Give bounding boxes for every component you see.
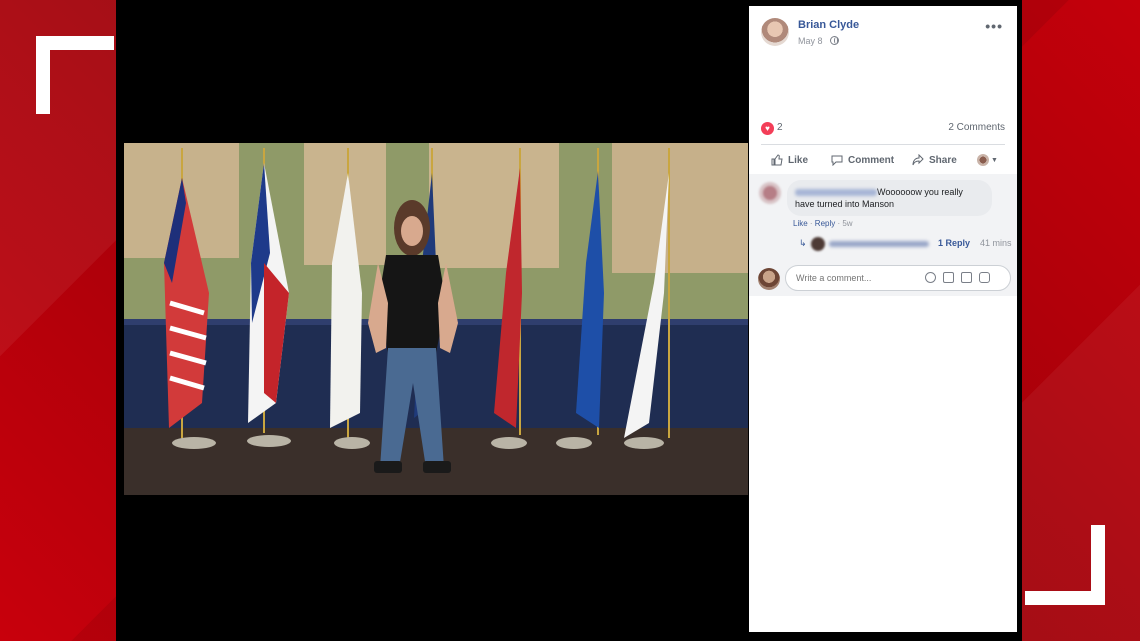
commenter-name-blurred[interactable] xyxy=(795,189,877,197)
reply-time: 41 mins xyxy=(980,238,1012,248)
share-label: Share xyxy=(929,154,957,166)
like-icon xyxy=(771,154,783,166)
comment-bubble: Woooooow you really have turned into Man… xyxy=(787,180,992,216)
view-replies-link[interactable]: 1 Reply xyxy=(938,238,970,248)
like-label: Like xyxy=(788,154,809,166)
camera-icon[interactable] xyxy=(943,272,954,283)
share-button[interactable]: Share xyxy=(912,154,957,166)
comment-icon xyxy=(831,155,843,166)
emoji-icon[interactable] xyxy=(925,272,936,283)
reply-summary: ↳ 1 Reply 41 mins xyxy=(799,236,1017,252)
comment-reply-link[interactable]: Reply xyxy=(815,219,835,228)
commenter-avatar[interactable] xyxy=(759,182,781,204)
like-button[interactable]: Like xyxy=(771,154,808,166)
comment-age: 5w xyxy=(842,219,853,228)
author-name[interactable]: Brian Clyde xyxy=(798,19,859,31)
corner-bracket-bottom-right xyxy=(1025,525,1105,605)
gif-icon[interactable] xyxy=(961,272,972,283)
chevron-down-icon: ▼ xyxy=(991,156,998,164)
sticker-icon[interactable] xyxy=(979,272,990,283)
reply-arrow-icon: ↳ xyxy=(799,238,807,248)
current-user-avatar xyxy=(758,268,780,290)
comment-text-line1: Woooooow you really xyxy=(877,187,963,197)
composer-tools xyxy=(925,272,990,283)
comment-text-line2: have turned into Manson xyxy=(795,199,895,209)
replier-name-blurred xyxy=(829,241,929,247)
comments-section: Woooooow you really have turned into Man… xyxy=(749,174,1017,262)
divider xyxy=(761,144,1005,145)
replier-avatar xyxy=(811,237,825,251)
comment-composer xyxy=(749,262,1017,296)
view-as-selector[interactable]: ▼ xyxy=(977,154,998,166)
share-icon xyxy=(912,154,924,166)
author-avatar[interactable] xyxy=(761,18,789,46)
post-photo[interactable] xyxy=(124,143,748,495)
viewer-avatar xyxy=(977,154,989,166)
comments-count[interactable]: 2 Comments xyxy=(948,122,1005,133)
globe-icon xyxy=(830,36,839,45)
reaction-count[interactable]: 2 xyxy=(777,122,783,133)
post-actions: Like Comment Share ▼ xyxy=(761,152,1005,168)
heart-icon[interactable]: ♥ xyxy=(761,122,774,135)
comment-label: Comment xyxy=(848,154,895,166)
comment-like-link[interactable]: Like xyxy=(793,219,808,228)
post-date[interactable]: May 8 xyxy=(798,36,823,46)
corner-bracket-top-left xyxy=(36,36,114,114)
more-icon[interactable]: ••• xyxy=(985,18,1003,34)
reactions-row: ♥ 2 2 Comments xyxy=(761,122,1005,136)
comment-button[interactable]: Comment xyxy=(831,154,894,166)
post-panel: Brian Clyde May 8 ••• ♥ 2 2 Comments Lik… xyxy=(749,6,1017,632)
comment-actions: Like · Reply · 5w xyxy=(793,219,853,228)
